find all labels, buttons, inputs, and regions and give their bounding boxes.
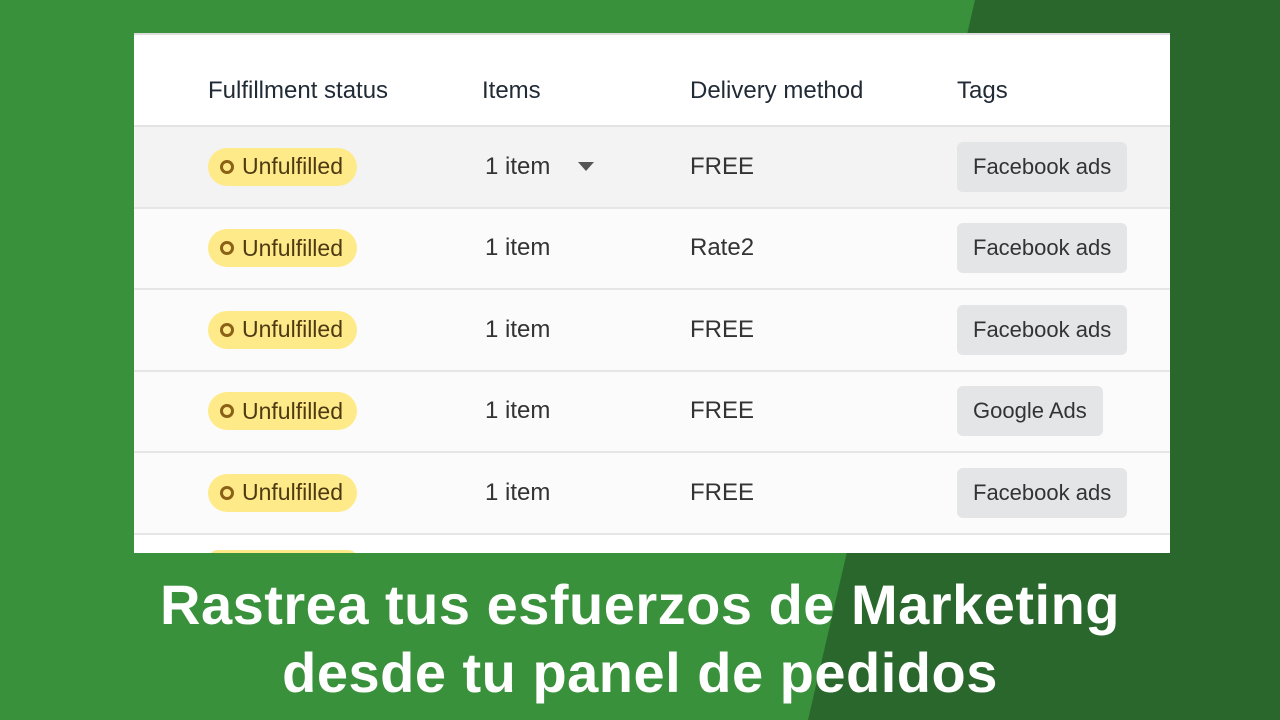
caret-down-icon[interactable] bbox=[578, 162, 595, 172]
tag-chip[interactable]: Facebook ads bbox=[957, 141, 1128, 192]
items-cell[interactable]: 1 item bbox=[485, 209, 550, 289]
status-text: Unfulfilled bbox=[242, 153, 343, 180]
status-cell: Unfulfilled bbox=[208, 290, 357, 370]
tag-chip[interactable]: Facebook ads bbox=[957, 223, 1128, 274]
delivery-cell: FREE bbox=[690, 315, 755, 343]
items-cell[interactable]: 1 item bbox=[485, 372, 550, 452]
delivery-cell: Rate2 bbox=[690, 234, 755, 262]
caption-line-2: desde tu panel de pedidos bbox=[282, 641, 998, 704]
delivery-cell: FREE bbox=[690, 397, 755, 425]
tag-chip[interactable]: Google Ads bbox=[957, 386, 1103, 437]
tags-cell: Facebook ads bbox=[957, 453, 1128, 533]
items-count: 1 item bbox=[485, 397, 551, 425]
delivery-cell: FREE bbox=[690, 478, 755, 506]
header-tags[interactable]: Tags bbox=[957, 77, 1008, 105]
status-badge: Unfulfilled bbox=[208, 392, 357, 431]
tag-chip[interactable]: Facebook ads bbox=[957, 304, 1128, 355]
table-row[interactable]: Unfulfilled 1 item Rate2 Facebook ads bbox=[134, 208, 1170, 290]
table-row[interactable]: Unfulfilled 1 item FREE Facebook ads bbox=[134, 453, 1170, 535]
table-row[interactable]: Unfulfilled 1 item FREE Facebook ads bbox=[134, 127, 1170, 209]
status-text: Unfulfilled bbox=[242, 397, 343, 424]
status-badge: Unfulfilled bbox=[208, 473, 357, 512]
table-row[interactable]: Unfulfilled 1 item FREE Facebook ads bbox=[134, 290, 1170, 372]
status-badge: Unfulfilled bbox=[208, 310, 357, 349]
status-cell: Unfulfilled bbox=[208, 209, 357, 289]
status-cell: Unfulfilled bbox=[208, 127, 357, 207]
caption-line-1: Rastrea tus esfuerzos de Marketing bbox=[160, 573, 1120, 636]
unfulfilled-circle-icon bbox=[220, 241, 234, 256]
status-badge: Unfulfilled bbox=[208, 229, 357, 268]
items-cell[interactable]: 1 item bbox=[485, 453, 550, 533]
items-count: 1 item bbox=[485, 315, 551, 343]
items-count: 1 item bbox=[485, 152, 551, 180]
tags-cell: Facebook ads bbox=[957, 127, 1128, 207]
items-count: 1 item bbox=[485, 234, 551, 262]
unfulfilled-circle-icon bbox=[220, 322, 234, 337]
tags-cell: Facebook ads bbox=[957, 290, 1128, 370]
status-badge: Unfulfilled bbox=[208, 147, 357, 186]
unfulfilled-circle-icon bbox=[220, 485, 234, 500]
items-cell[interactable]: 1 item bbox=[485, 290, 550, 370]
unfulfilled-circle-icon bbox=[220, 404, 234, 419]
tags-cell: Facebook ads bbox=[957, 209, 1128, 289]
status-cell: Unfulfilled bbox=[208, 372, 357, 452]
table-header: Fulfillment status Items Delivery method… bbox=[134, 35, 1170, 127]
status-text: Unfulfilled bbox=[242, 479, 343, 506]
delivery-cell: FREE bbox=[690, 152, 755, 180]
header-delivery-method[interactable]: Delivery method bbox=[690, 77, 863, 105]
orders-table: Fulfillment status Items Delivery method… bbox=[134, 33, 1170, 553]
status-text: Unfulfilled bbox=[242, 234, 343, 261]
partial-status-badge bbox=[208, 550, 358, 553]
unfulfilled-circle-icon bbox=[220, 159, 234, 174]
items-count: 1 item bbox=[485, 478, 551, 506]
tags-cell: Google Ads bbox=[957, 372, 1103, 452]
status-cell: Unfulfilled bbox=[208, 453, 357, 533]
items-cell[interactable]: 1 item bbox=[485, 127, 595, 207]
header-fulfillment-status[interactable]: Fulfillment status bbox=[208, 77, 388, 105]
table-row[interactable]: Unfulfilled 1 item FREE Google Ads bbox=[134, 371, 1170, 453]
tag-chip[interactable]: Facebook ads bbox=[957, 467, 1128, 518]
header-items[interactable]: Items bbox=[482, 77, 541, 105]
status-text: Unfulfilled bbox=[242, 316, 343, 343]
